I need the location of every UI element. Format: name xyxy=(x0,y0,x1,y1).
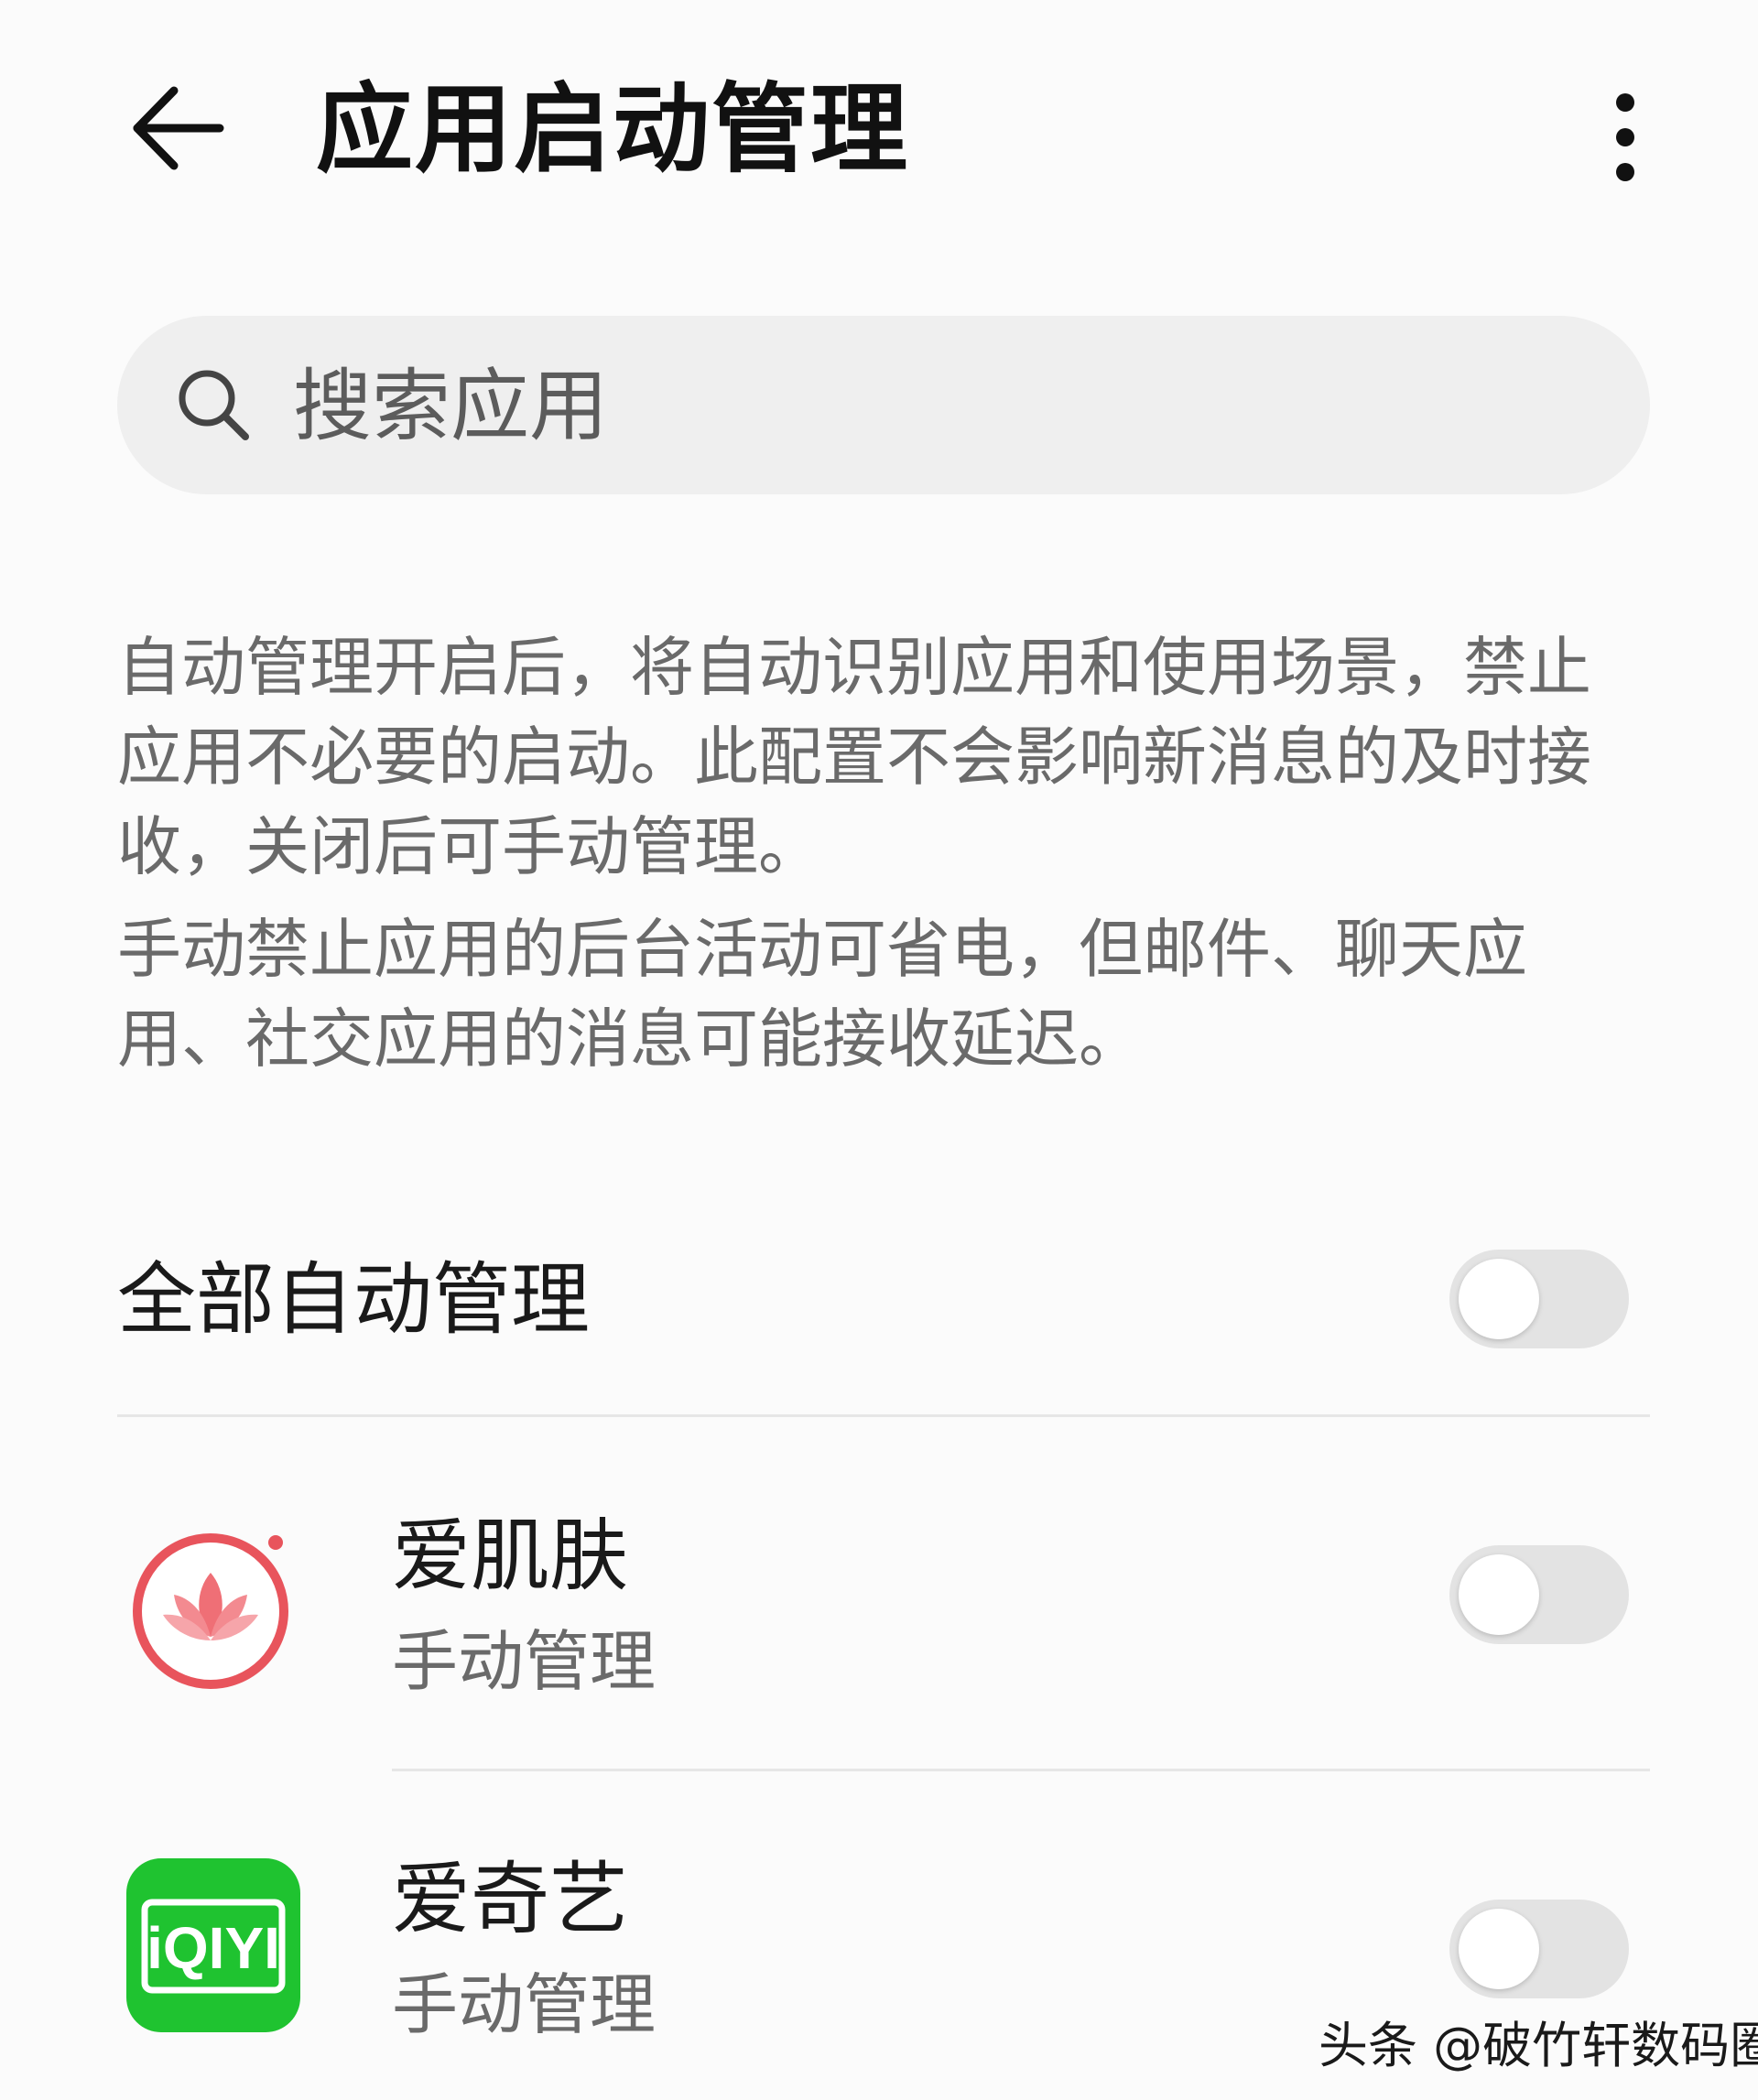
back-arrow-icon xyxy=(133,86,224,170)
app-toggle[interactable] xyxy=(1449,1900,1629,1998)
app-toggle[interactable] xyxy=(1449,1545,1629,1644)
app-launch-management-screen: 应用启动管理 自动管理开启后，将自动识别应用和使用场景，禁止应用不必要的启动。此… xyxy=(0,0,1758,2100)
divider xyxy=(117,1414,1650,1417)
app-row-aijifu[interactable]: 爱肌肤 手动管理 xyxy=(117,1465,1650,1813)
divider xyxy=(392,1769,1650,1771)
manage-all-label: 全部自动管理 xyxy=(117,1254,590,1346)
more-vertical-icon xyxy=(1616,93,1634,112)
watermark: 头条 @破竹轩数码圈 xyxy=(1318,2017,1758,2074)
app-status: 手动管理 xyxy=(392,1966,657,2043)
manage-all-row[interactable]: 全部自动管理 xyxy=(117,1222,1650,1369)
toggle-knob xyxy=(1459,1259,1539,1339)
app-name: 爱肌肤 xyxy=(392,1510,628,1602)
search-icon xyxy=(179,370,249,440)
toggle-knob xyxy=(1459,1554,1539,1635)
search-input[interactable] xyxy=(291,352,1577,460)
description: 自动管理开启后，将自动识别应用和使用场景，禁止应用不必要的启动。此配置不会影响新… xyxy=(117,622,1650,1097)
iqiyi-icon-text: iQIYI xyxy=(146,1915,280,1981)
lotus-icon xyxy=(133,1533,288,1689)
back-button[interactable] xyxy=(117,73,236,183)
page-title: 应用启动管理 xyxy=(316,73,909,186)
more-options-button[interactable] xyxy=(1579,73,1671,201)
description-paragraph-2: 手动禁止应用的后台活动可省电，但邮件、聊天应用、社交应用的消息可能接收延迟。 xyxy=(117,912,1527,1077)
iqiyi-icon: iQIYI xyxy=(126,1858,300,2032)
more-vertical-icon-dot xyxy=(1616,163,1634,181)
description-paragraph-1: 自动管理开启后，将自动识别应用和使用场景，禁止应用不必要的启动。此配置不会影响新… xyxy=(117,630,1591,884)
more-vertical-icon-dot xyxy=(1616,128,1634,146)
toggle-knob xyxy=(1459,1909,1539,1989)
search-bar[interactable] xyxy=(117,316,1650,494)
app-status: 手动管理 xyxy=(392,1623,657,1700)
app-name: 爱奇艺 xyxy=(392,1854,628,1945)
top-bar: 应用启动管理 xyxy=(0,55,1758,201)
manage-all-toggle[interactable] xyxy=(1449,1250,1629,1348)
